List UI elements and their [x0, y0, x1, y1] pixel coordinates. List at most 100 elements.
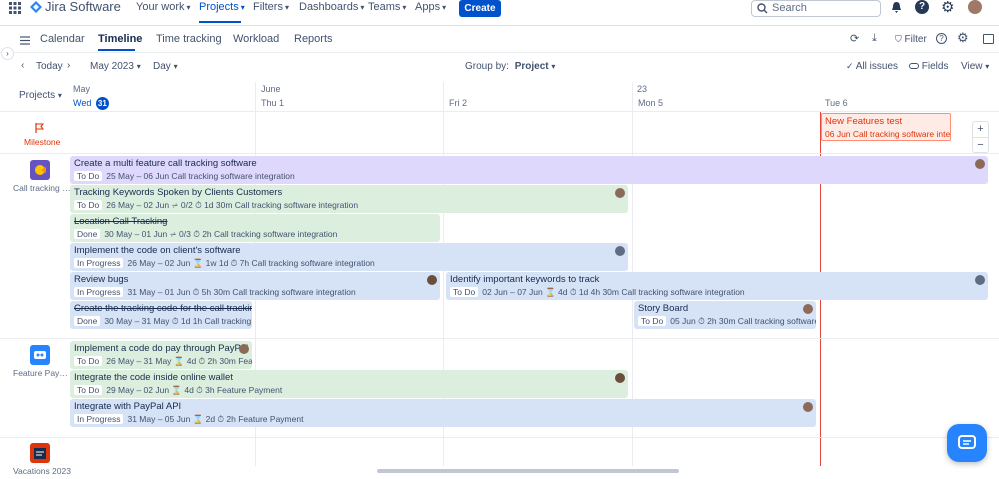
task-bar[interactable]: Implement a code do pay through PayPal T…	[70, 341, 252, 369]
timeline-header-divider	[0, 111, 999, 112]
task-meta: In Progress 31 May – 01 Jun ⏱ 5h 30m Call…	[74, 287, 356, 298]
app-switcher-icon[interactable]	[9, 2, 21, 14]
projects-column-header[interactable]: Projects ▾	[19, 90, 62, 101]
task-bar[interactable]: Tracking Keywords Spoken by Clients Cust…	[70, 185, 628, 213]
project-call-tracking-icon	[30, 160, 50, 180]
panel-toggle-icon[interactable]	[983, 34, 994, 44]
status-badge: To Do	[638, 316, 667, 326]
nav-filters[interactable]: Filters ▾	[253, 1, 289, 13]
task-bar[interactable]: Story Board To Do 05 Jun ⏱ 2h 30m Call tr…	[634, 301, 816, 329]
week-label: 23	[637, 84, 648, 94]
group-by-select[interactable]: Group by: Project ▾	[465, 61, 555, 72]
task-title: Tracking Keywords Spoken by Clients Cust…	[74, 187, 283, 198]
chat-icon	[958, 435, 976, 449]
project-vacations-label[interactable]: Vacations 2023	[13, 466, 71, 476]
settings-gear-icon[interactable]: ⚙	[941, 0, 954, 16]
nav-your-work[interactable]: Your work ▾	[136, 1, 191, 13]
scale-select[interactable]: Day ▾	[153, 61, 178, 72]
status-badge: To Do	[74, 385, 103, 395]
assignee-avatar	[975, 275, 985, 285]
tab-timeline[interactable]: Timeline	[98, 33, 142, 45]
assignee-avatar	[427, 275, 437, 285]
task-bar[interactable]: Location Call Tracking Done 30 May – 01 J…	[70, 214, 440, 242]
today-badge: 31	[95, 97, 109, 110]
assignee-avatar	[803, 304, 813, 314]
chevron-down-icon: ▾	[985, 62, 990, 71]
chevron-down-icon: ▾	[402, 3, 407, 12]
sidebar-toggle-icon[interactable]	[20, 34, 30, 48]
product-name[interactable]: Jira Software	[45, 0, 121, 14]
task-bar[interactable]: Integrate with PayPal API In Progress 31 …	[70, 399, 816, 427]
tab-workload[interactable]: Workload	[233, 33, 279, 45]
next-period-button[interactable]: ›	[67, 60, 70, 71]
task-bar[interactable]: Integrate the code inside online wallet …	[70, 370, 628, 398]
tab-time-tracking[interactable]: Time tracking	[156, 33, 222, 45]
day-label: Mon 5	[638, 98, 664, 108]
task-meta: Done 30 May – 31 May ⏱ 1d 1h Call trackin…	[74, 316, 252, 327]
project-feature-payment-label[interactable]: Feature Paym...	[13, 368, 71, 378]
chevron-down-icon: ▾	[186, 3, 191, 12]
task-title: Integrate the code inside online wallet	[74, 372, 233, 383]
project-call-tracking-label[interactable]: Call tracking s...	[13, 183, 71, 193]
toggle-icon	[909, 63, 919, 70]
task-bar[interactable]: Create a multi feature call tracking sof…	[70, 156, 988, 184]
user-avatar[interactable]	[968, 0, 982, 14]
expand-sidebar-button[interactable]: ›	[1, 47, 14, 60]
chevron-down-icon: ▾	[173, 62, 178, 71]
row-divider	[0, 153, 999, 154]
view-select[interactable]: View ▾	[961, 61, 989, 72]
status-badge: In Progress	[74, 287, 124, 297]
task-bar[interactable]: Review bugs In Progress 31 May – 01 Jun ⏱…	[70, 272, 440, 300]
zoom-out-button[interactable]: −	[973, 137, 988, 152]
nav-projects[interactable]: Projects ▾	[199, 1, 245, 13]
day-label-today: Wed 31	[73, 97, 109, 110]
download-icon[interactable]: ⤓	[872, 32, 877, 45]
task-meta: To Do 29 May – 02 Jun ⌛ 4d ⏱ 3h Feature P…	[74, 385, 282, 396]
horizontal-scrollbar[interactable]	[377, 469, 679, 473]
task-title: Review bugs	[74, 274, 129, 285]
task-meta: In Progress 31 May – 05 Jun ⌛ 2d ⏱ 2h Fea…	[74, 414, 303, 425]
all-issues-toggle[interactable]: ✓ All issues	[846, 61, 898, 72]
status-badge: Done	[74, 316, 101, 326]
filter-icon: ⛉	[895, 34, 902, 44]
zoom-in-button[interactable]: +	[973, 122, 988, 137]
prev-period-button[interactable]: ‹	[21, 60, 24, 71]
filter-button[interactable]: ⛉ Filter	[895, 34, 927, 45]
zoom-controls: + −	[972, 121, 989, 153]
jira-logo-icon[interactable]	[30, 1, 42, 13]
task-meta: To Do 26 May – 02 Jun ⩫ 0/2 ⏱ 1d 30m Call…	[74, 200, 358, 211]
chevron-down-icon: ▾	[284, 3, 289, 12]
assignee-avatar	[975, 159, 985, 169]
month-select[interactable]: May 2023 ▾	[90, 61, 141, 72]
help-circle-icon[interactable]: ?	[936, 33, 947, 44]
milestone-card[interactable]: New Features test 06 Jun Call tracking s…	[821, 113, 951, 141]
active-tab-indicator	[98, 49, 135, 51]
create-button[interactable]: Create	[459, 0, 501, 17]
nav-dashboards[interactable]: Dashboards ▾	[299, 1, 364, 13]
chat-button[interactable]	[947, 424, 987, 462]
tab-calendar[interactable]: Calendar	[40, 33, 85, 45]
board-settings-icon[interactable]: ⚙	[957, 30, 969, 46]
fields-toggle[interactable]: Fields	[909, 61, 948, 72]
tab-reports[interactable]: Reports	[294, 33, 333, 45]
search-input[interactable]: Search	[751, 0, 881, 17]
row-divider	[0, 338, 999, 339]
top-navigation: Jira Software Your work ▾ Projects ▾ Filte…	[0, 0, 999, 26]
day-label: Thu 1	[261, 98, 285, 108]
assignee-avatar	[239, 344, 249, 354]
assignee-avatar	[615, 246, 625, 256]
row-divider	[0, 437, 999, 438]
notifications-icon[interactable]	[890, 1, 903, 17]
task-bar[interactable]: Identify important keywords to track To …	[446, 272, 988, 300]
nav-teams[interactable]: Teams ▾	[368, 1, 406, 13]
help-icon[interactable]: ?	[915, 0, 929, 14]
task-title: Location Call Tracking	[74, 216, 168, 227]
task-bar[interactable]: Create the tracking code for the call tr…	[70, 301, 252, 329]
project-feature-payment-icon	[30, 345, 50, 365]
task-meta: In Progress 26 May – 02 Jun ⌛ 1w 1d ⏱ 7h …	[74, 258, 375, 269]
refresh-icon[interactable]: ⟳	[850, 32, 859, 45]
nav-apps[interactable]: Apps ▾	[415, 1, 446, 13]
today-button[interactable]: Today	[36, 61, 63, 72]
task-bar[interactable]: Implement the code on client's software …	[70, 243, 628, 271]
assignee-avatar	[803, 402, 813, 412]
